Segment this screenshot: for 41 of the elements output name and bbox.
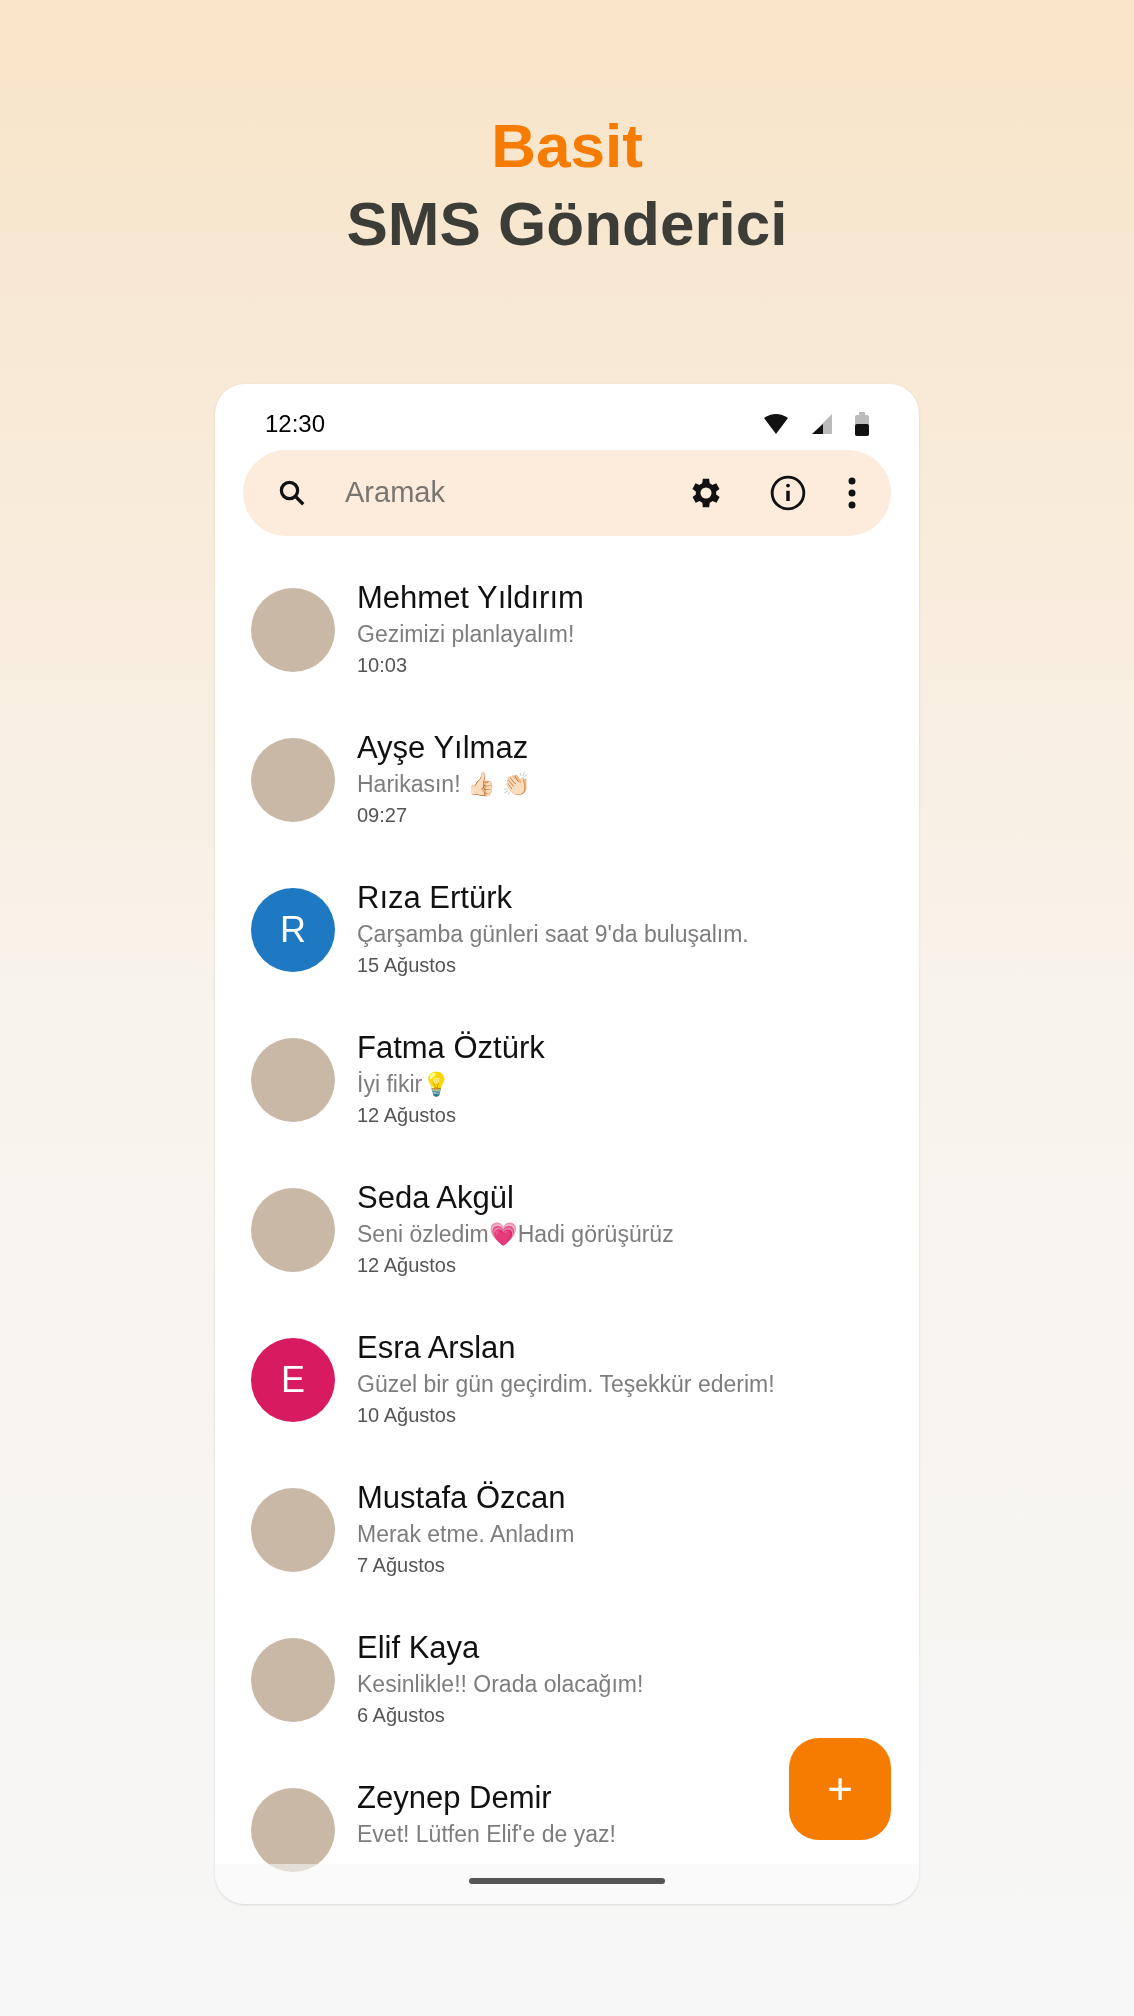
- message-preview: Güzel bir gün geçirdim. Teşekkür ederim!: [357, 1370, 775, 1399]
- message-time: 10 Ağustos: [357, 1403, 457, 1428]
- message-time: 7 Ağustos: [357, 1553, 446, 1578]
- message-time: 6 Ağustos: [357, 1703, 446, 1728]
- message-time: 15 Ağustos: [357, 953, 457, 978]
- message-time: 12 Ağustos: [357, 1103, 457, 1128]
- message-preview: İyi fikir💡: [357, 1070, 453, 1099]
- message-time: 10:03: [357, 653, 409, 678]
- contact-name: Seda Akgül: [357, 1179, 515, 1217]
- signal-icon: [811, 413, 833, 435]
- status-time: 12:30: [265, 409, 326, 439]
- contact-name: Fatma Öztürk: [357, 1029, 545, 1067]
- headline-accent: Basit: [491, 110, 643, 182]
- contact-name: Mustafa Özcan: [357, 1479, 567, 1517]
- contact-name: Mehmet Yıldırım: [357, 579, 584, 617]
- message-time: 09:27: [357, 803, 409, 828]
- headline-title: SMS Gönderici: [346, 188, 788, 260]
- contact-name: Ayşe Yılmaz: [357, 729, 530, 767]
- search-field[interactable]: Aramak: [345, 471, 687, 515]
- message-preview: Gezimizi planlayalım!: [357, 620, 576, 649]
- search-icon: [277, 478, 307, 508]
- battery-icon: [855, 412, 869, 436]
- message-preview: Çarşamba günleri saat 9'da buluşalım.: [357, 920, 749, 949]
- letter-avatar: R: [251, 888, 335, 972]
- more-icon[interactable]: [847, 477, 857, 509]
- new-message-button[interactable]: +: [789, 1738, 891, 1840]
- contact-name: Elif Kaya: [357, 1629, 481, 1667]
- message-preview: Kesinlikle!! Orada olacağım!: [357, 1670, 644, 1699]
- contact-name: Rıza Ertürk: [357, 879, 514, 917]
- message-time: 12 Ağustos: [357, 1253, 457, 1278]
- contact-name: Esra Arslan: [357, 1329, 517, 1367]
- message-preview: Seni özledim💗Hadi görüşürüz: [357, 1220, 674, 1249]
- letter-avatar: E: [251, 1338, 335, 1422]
- contact-name: Zeynep Demir: [357, 1779, 553, 1817]
- search-bar[interactable]: Aramak: [243, 450, 891, 536]
- info-icon[interactable]: [769, 474, 807, 512]
- message-preview: Evet! Lütfen Elif'e de yaz!: [357, 1820, 616, 1849]
- gesture-handle[interactable]: [469, 1878, 665, 1884]
- wifi-icon: [763, 413, 789, 435]
- message-preview: Merak etme. Anladım: [357, 1520, 575, 1549]
- message-preview: Harikasın! 👍🏻 👏🏻: [357, 770, 532, 799]
